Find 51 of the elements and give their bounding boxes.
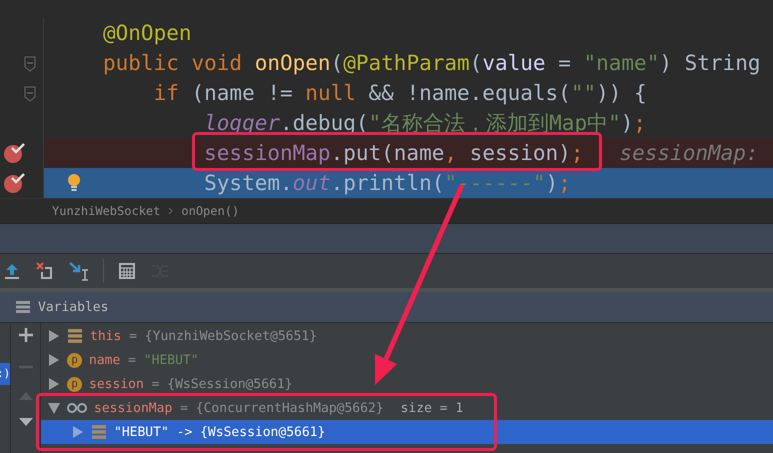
variable-value: {YunzhiWebSocket@5651}	[144, 328, 317, 344]
run-to-cursor-icon[interactable]	[68, 261, 90, 281]
add-icon[interactable]	[18, 327, 34, 343]
chevron-icon	[168, 207, 174, 215]
variable-value: {WsSession@5661}	[167, 376, 293, 392]
parameter-badge: p	[67, 376, 82, 392]
variable-value: {ConcurrentHashMap@5662}	[196, 400, 384, 416]
variable-name: session	[89, 376, 144, 392]
variable-value: {WsSession@5661}	[200, 424, 326, 440]
step-out-icon[interactable]	[2, 261, 22, 281]
field-icon	[67, 328, 83, 344]
separator: =	[128, 352, 136, 368]
drop-frame-icon[interactable]	[35, 261, 55, 281]
variable-row[interactable]: "HEBUT" -> {WsSession@5661}	[41, 420, 773, 444]
glasses-icon	[67, 402, 87, 414]
separator: ->	[176, 424, 192, 440]
breadcrumb[interactable]: onOpen()	[181, 204, 240, 218]
code-line: if (name != null && !name.equals("")) {	[152, 80, 648, 107]
lightbulb-icon[interactable]	[66, 173, 80, 193]
separator: =	[180, 400, 188, 416]
field-icon	[91, 424, 107, 440]
move-down-icon[interactable]	[18, 417, 34, 427]
code-line: @OnOpen	[102, 20, 193, 47]
list-icon	[16, 300, 30, 314]
code-line: public void onOpen(@PathParam(value = "name") String	[102, 50, 762, 77]
size-label: size = 1	[400, 400, 464, 416]
parameter-badge: p	[67, 352, 82, 368]
variable-row[interactable]: this = {YunzhiWebSocket@5651}	[41, 324, 773, 348]
variable-name: "HEBUT"	[114, 424, 169, 440]
expand-arrow-icon[interactable]	[48, 377, 60, 391]
expand-arrow-icon[interactable]	[48, 353, 60, 367]
variable-name: sessionMap	[94, 400, 172, 416]
fold-marker-icon[interactable]	[24, 56, 36, 72]
variable-row[interactable]: sessionMap = {ConcurrentHashMap@5662} size = 1	[41, 396, 773, 420]
variable-name: name	[89, 352, 120, 368]
panel-title: Variables	[38, 300, 108, 314]
breakpoint-icon[interactable]	[3, 142, 27, 164]
breadcrumb[interactable]: YunzhiWebSocket	[52, 204, 160, 218]
variable-row[interactable]: p session = {WsSession@5661}	[41, 372, 773, 396]
variable-name: this	[90, 328, 122, 344]
separator: =	[129, 328, 137, 344]
breakpoint-icon[interactable]	[3, 172, 27, 194]
cut-off-tab[interactable]: :)	[0, 363, 10, 385]
separator: =	[152, 376, 160, 392]
variable-row[interactable]: p name = "HEBUT"	[41, 348, 773, 372]
calculator-icon[interactable]	[117, 261, 137, 281]
collapse-arrow-icon[interactable]	[48, 401, 60, 415]
fold-marker-icon[interactable]	[24, 86, 36, 102]
expand-arrow-icon[interactable]	[72, 425, 84, 439]
expand-arrow-icon[interactable]	[48, 329, 60, 343]
variable-value: "HEBUT"	[144, 352, 199, 368]
